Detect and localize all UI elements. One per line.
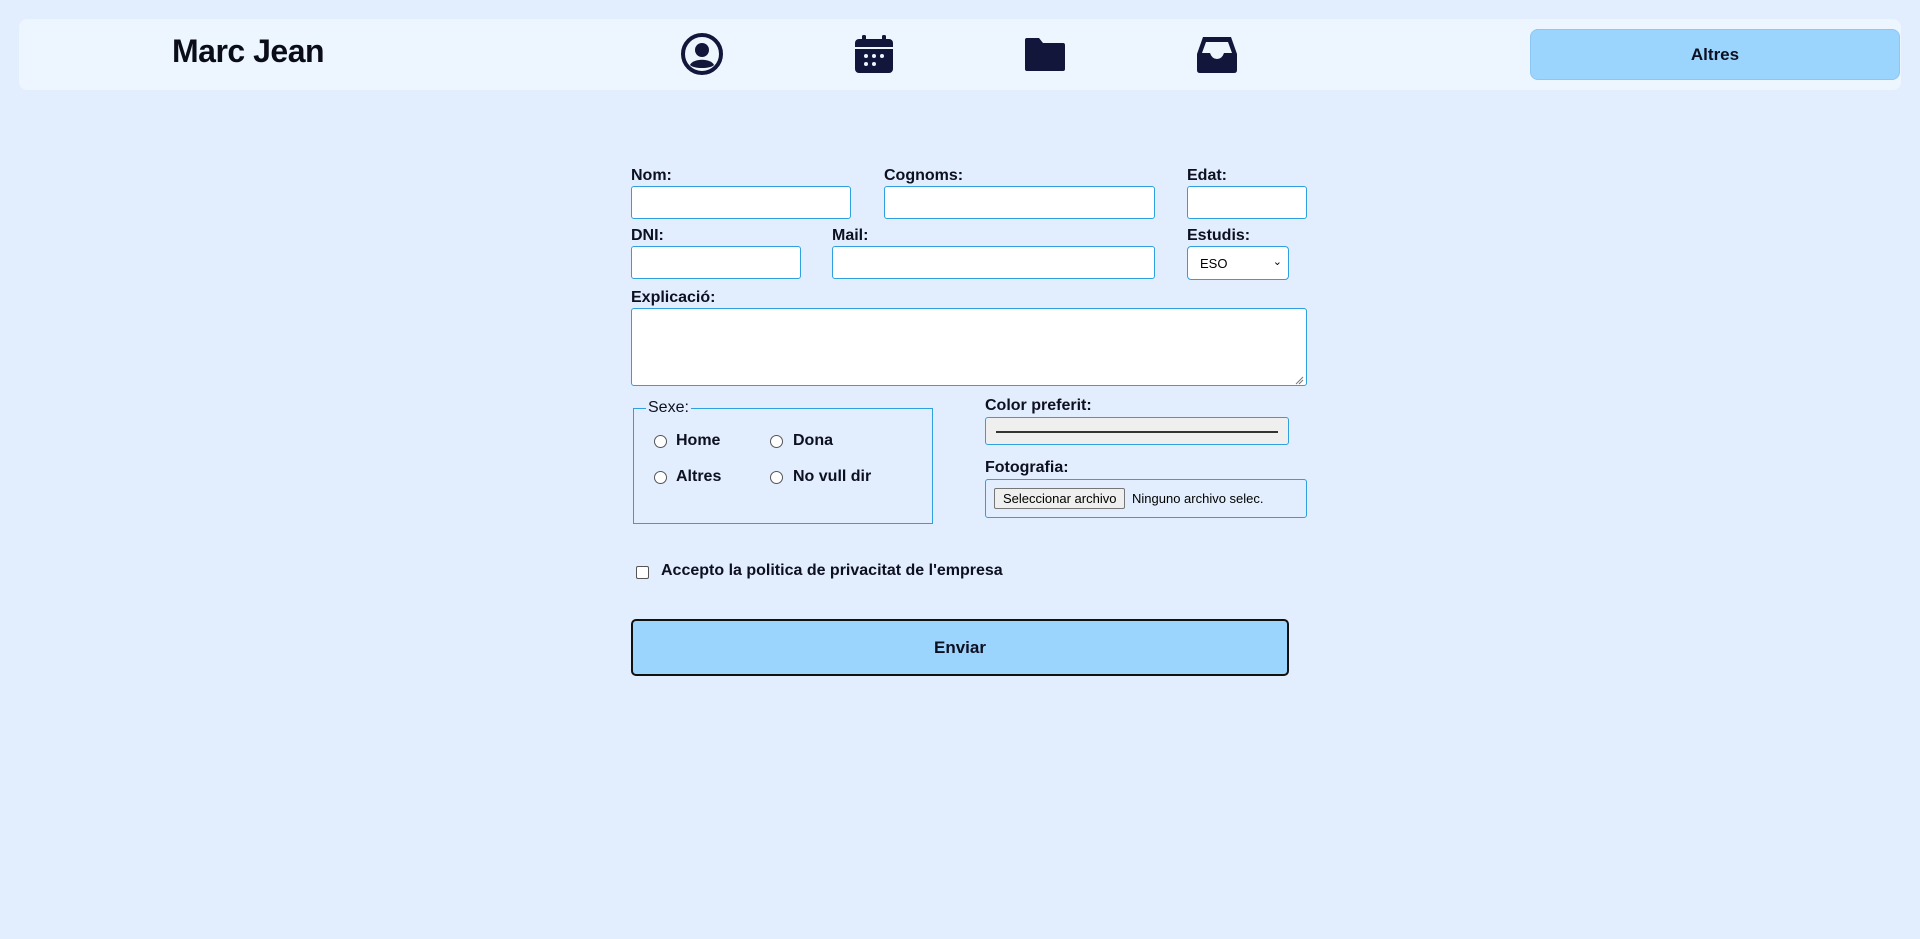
inbox-icon[interactable]	[1194, 31, 1240, 77]
radio-no-vull-dir-label: No vull dir	[793, 468, 872, 485]
radio-altres-label: Altres	[676, 468, 722, 485]
resize-grip-icon[interactable]	[1294, 375, 1304, 385]
cognoms-input[interactable]	[884, 186, 1155, 219]
radio-home[interactable]	[654, 435, 667, 448]
radio-home-label: Home	[676, 432, 721, 449]
color-swatch	[996, 431, 1278, 433]
edat-label: Edat:	[1187, 167, 1227, 184]
estudis-selected-value: ESO	[1200, 255, 1228, 271]
radio-altres[interactable]	[654, 471, 667, 484]
file-status-text: Ninguno archivo selec.	[1132, 491, 1264, 506]
nom-label: Nom:	[631, 167, 672, 184]
radio-dona-label: Dona	[793, 432, 833, 449]
estudis-select[interactable]: ESO ⌄	[1187, 246, 1289, 280]
sexe-fieldset: Sexe:	[633, 399, 933, 524]
nom-input[interactable]	[631, 186, 851, 219]
mail-input[interactable]	[832, 246, 1155, 279]
enviar-button[interactable]: Enviar	[631, 619, 1289, 676]
cognoms-label: Cognoms:	[884, 167, 964, 184]
top-navbar: Marc Jean Altres	[19, 19, 1901, 90]
mail-label: Mail:	[832, 227, 869, 244]
estudis-label: Estudis:	[1187, 227, 1251, 244]
sexe-legend: Sexe:	[648, 399, 689, 416]
dni-label: DNI:	[631, 227, 664, 244]
color-label: Color preferit:	[985, 397, 1092, 414]
user-circle-icon[interactable]	[679, 31, 725, 77]
radio-no-vull-dir[interactable]	[770, 471, 783, 484]
privacy-checkbox[interactable]	[636, 566, 649, 579]
radio-dona[interactable]	[770, 435, 783, 448]
explicacio-label: Explicació:	[631, 289, 716, 306]
dni-input[interactable]	[631, 246, 801, 279]
chevron-down-icon: ⌄	[1272, 256, 1282, 268]
color-picker-input[interactable]	[985, 417, 1289, 445]
altres-button[interactable]: Altres	[1530, 29, 1900, 80]
brand-name: Marc Jean	[172, 33, 325, 69]
file-input: Seleccionar archivo Ninguno archivo sele…	[985, 479, 1307, 518]
explicacio-textarea[interactable]	[631, 308, 1307, 386]
select-file-button[interactable]: Seleccionar archivo	[994, 488, 1126, 509]
privacy-label: Accepto la politica de privacitat de l'e…	[661, 562, 1003, 579]
foto-label: Fotografia:	[985, 459, 1069, 476]
edat-input[interactable]	[1187, 186, 1307, 219]
folder-icon[interactable]	[1022, 31, 1068, 77]
calendar-icon[interactable]	[851, 31, 897, 77]
